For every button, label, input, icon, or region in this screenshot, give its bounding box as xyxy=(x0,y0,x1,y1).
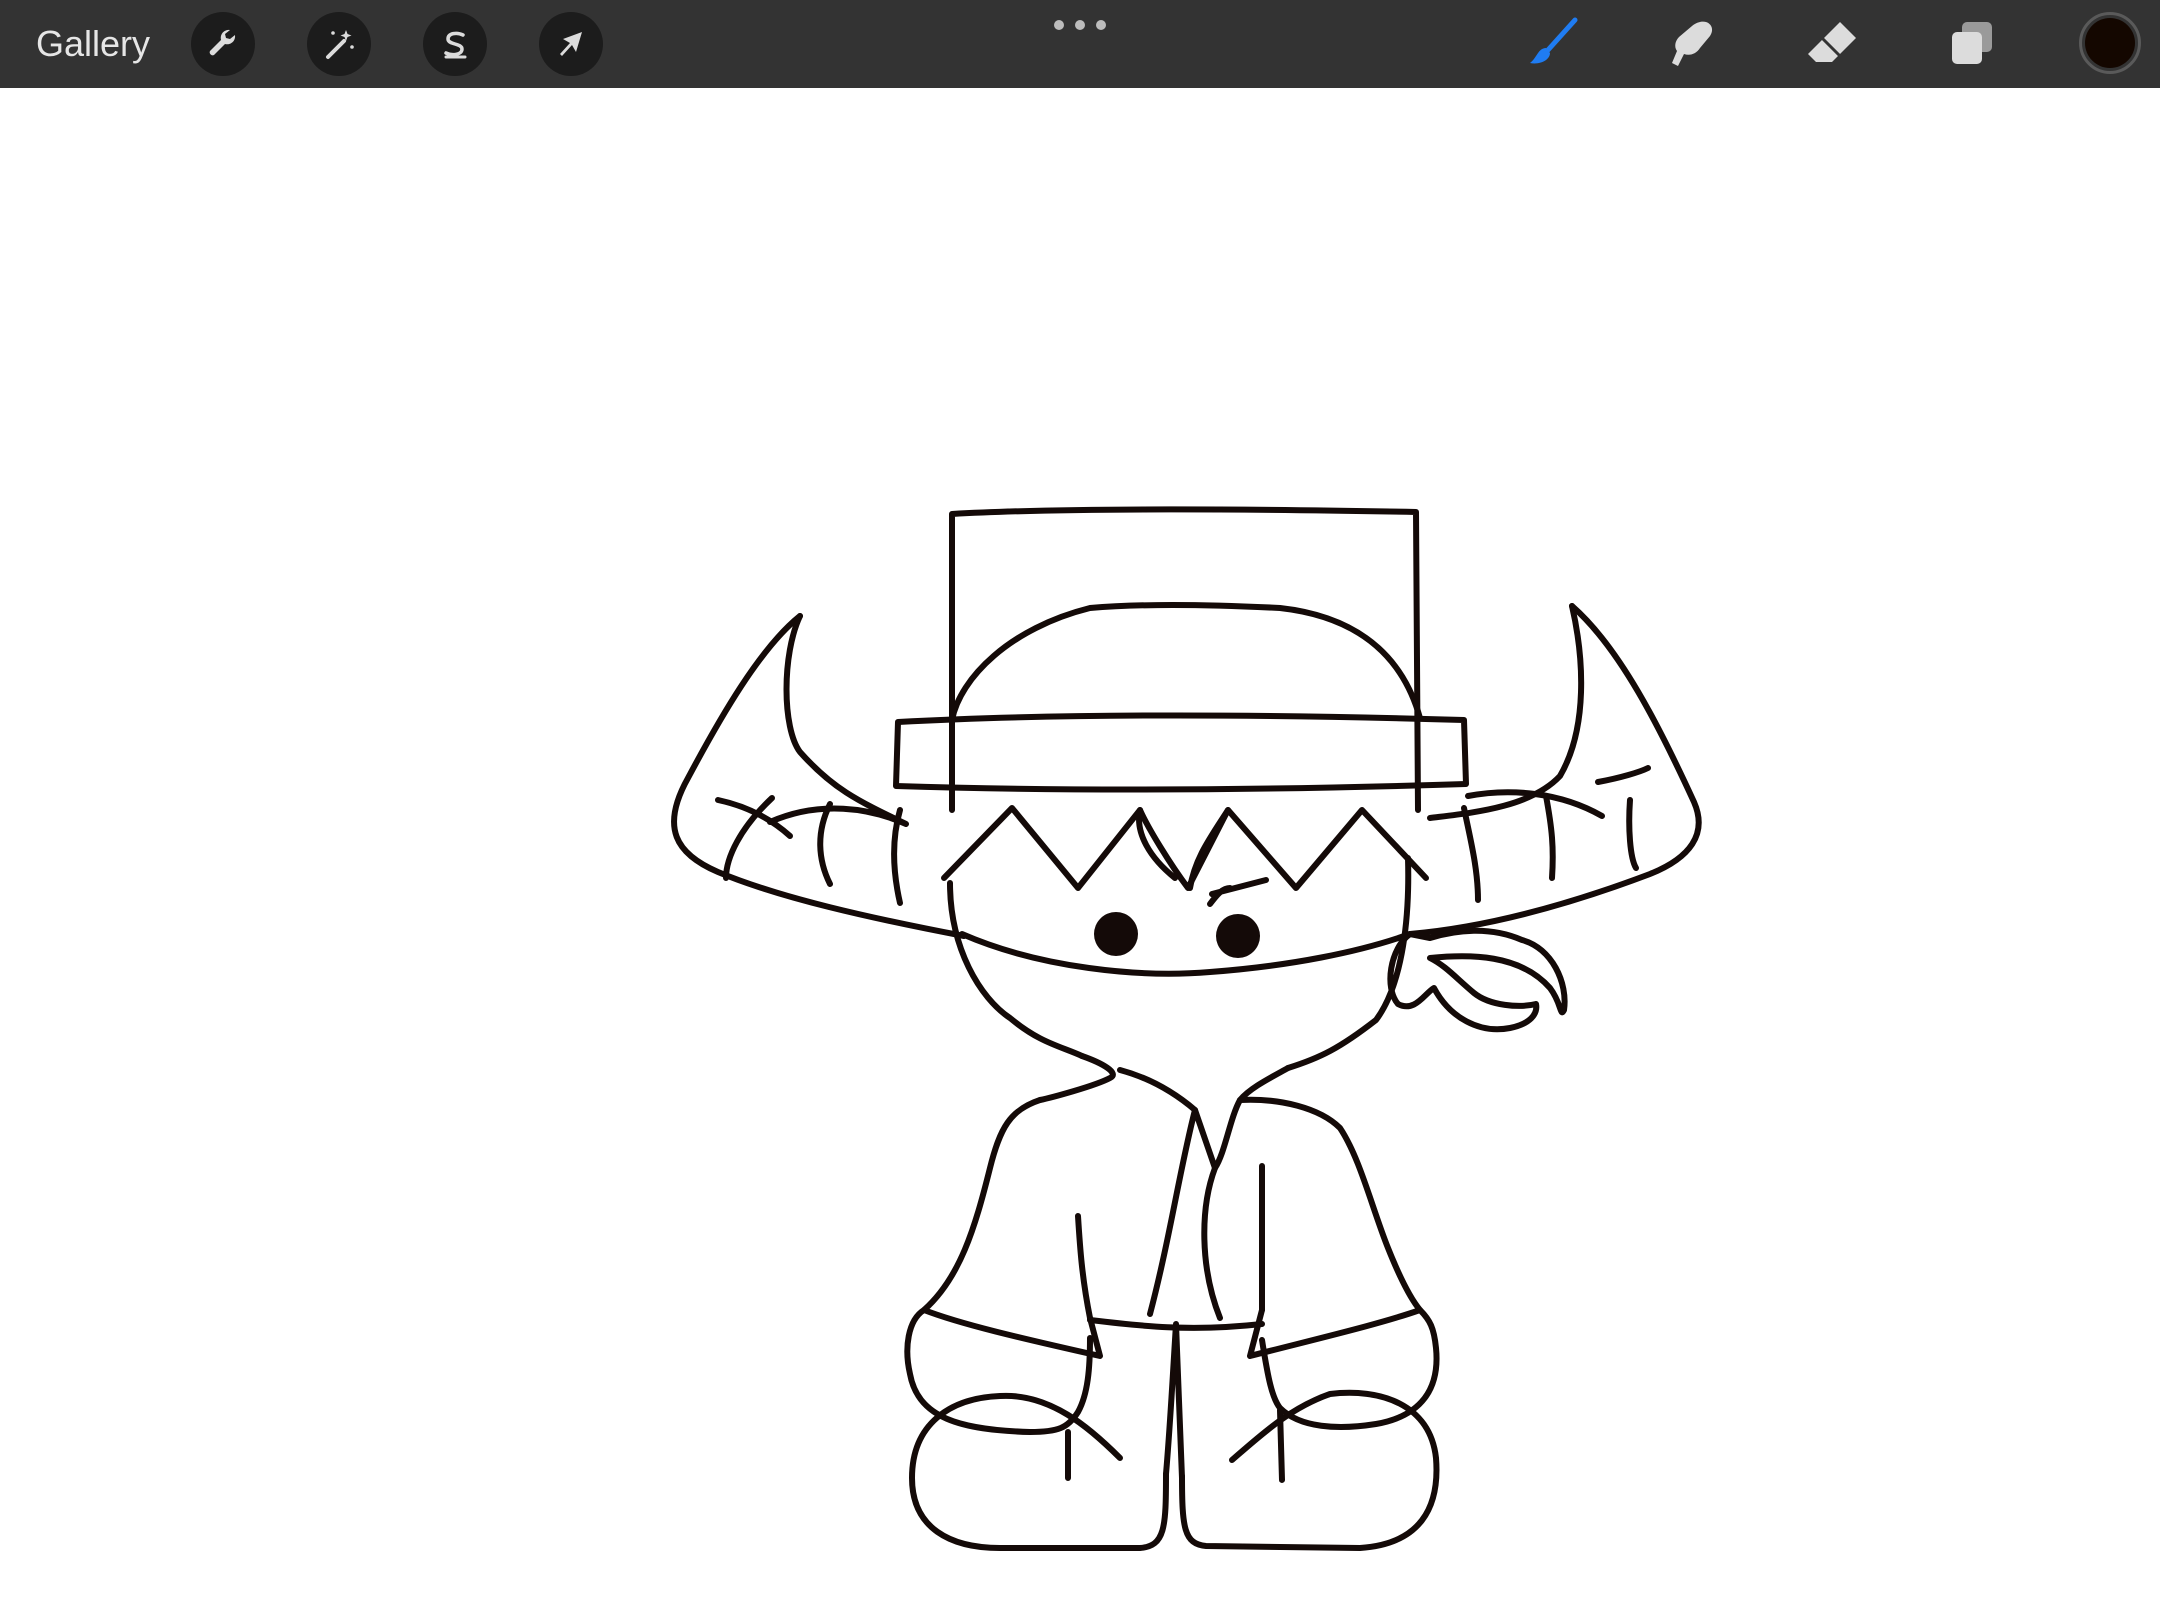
shirt-left xyxy=(921,1097,1103,1359)
bandana-knot xyxy=(1387,927,1568,1033)
brush-tool-button[interactable] xyxy=(1518,10,1586,78)
collar xyxy=(1037,1053,1291,1171)
arrow-cursor-icon xyxy=(560,32,582,56)
adjustments-button[interactable] xyxy=(307,12,371,76)
drawing-canvas[interactable] xyxy=(0,88,2160,1620)
magic-wand-icon xyxy=(326,30,354,59)
smudge-tool-button[interactable] xyxy=(1658,10,1726,78)
eraser-tool-button[interactable] xyxy=(1798,10,1866,78)
top-toolbar: Gallery xyxy=(0,0,2160,88)
shirt-placket xyxy=(1075,1107,1266,1321)
face xyxy=(947,855,1412,1071)
hair xyxy=(941,805,1429,891)
character-line-drawing xyxy=(671,506,1702,1551)
hair-tuft xyxy=(1136,807,1231,891)
current-color-swatch xyxy=(2085,18,2135,68)
layers-button[interactable] xyxy=(1938,10,2006,78)
eraser-icon xyxy=(1808,22,1856,62)
right-eye xyxy=(1216,914,1260,958)
right-horn xyxy=(1407,603,1702,937)
selection-s-icon xyxy=(444,31,467,59)
actions-button[interactable] xyxy=(191,12,255,76)
eyebrow xyxy=(1207,877,1269,907)
selection-button[interactable] xyxy=(423,12,487,76)
brush-icon xyxy=(1530,17,1578,64)
right-horn-rings xyxy=(1461,765,1651,903)
more-menu-button[interactable] xyxy=(1054,16,1106,34)
ellipsis-icon-dot xyxy=(1054,20,1064,30)
gallery-button[interactable]: Gallery xyxy=(36,20,150,68)
transform-button[interactable] xyxy=(539,12,603,76)
wrench-icon xyxy=(209,29,236,56)
layers-icon xyxy=(1952,22,1992,64)
color-picker-button[interactable] xyxy=(2079,12,2141,74)
left-horn xyxy=(671,613,967,939)
left-eye xyxy=(1094,912,1138,956)
ellipsis-icon-dot xyxy=(1096,20,1106,30)
left-horn-inner xyxy=(723,613,909,881)
head xyxy=(949,602,1423,723)
hat-brim xyxy=(893,712,1469,793)
ellipsis-icon-dot xyxy=(1075,20,1085,30)
shirt-right xyxy=(1237,1096,1423,1359)
bandana-band xyxy=(959,931,1413,977)
hat-crown xyxy=(949,506,1421,813)
smudge-finger-icon xyxy=(1672,21,1713,66)
